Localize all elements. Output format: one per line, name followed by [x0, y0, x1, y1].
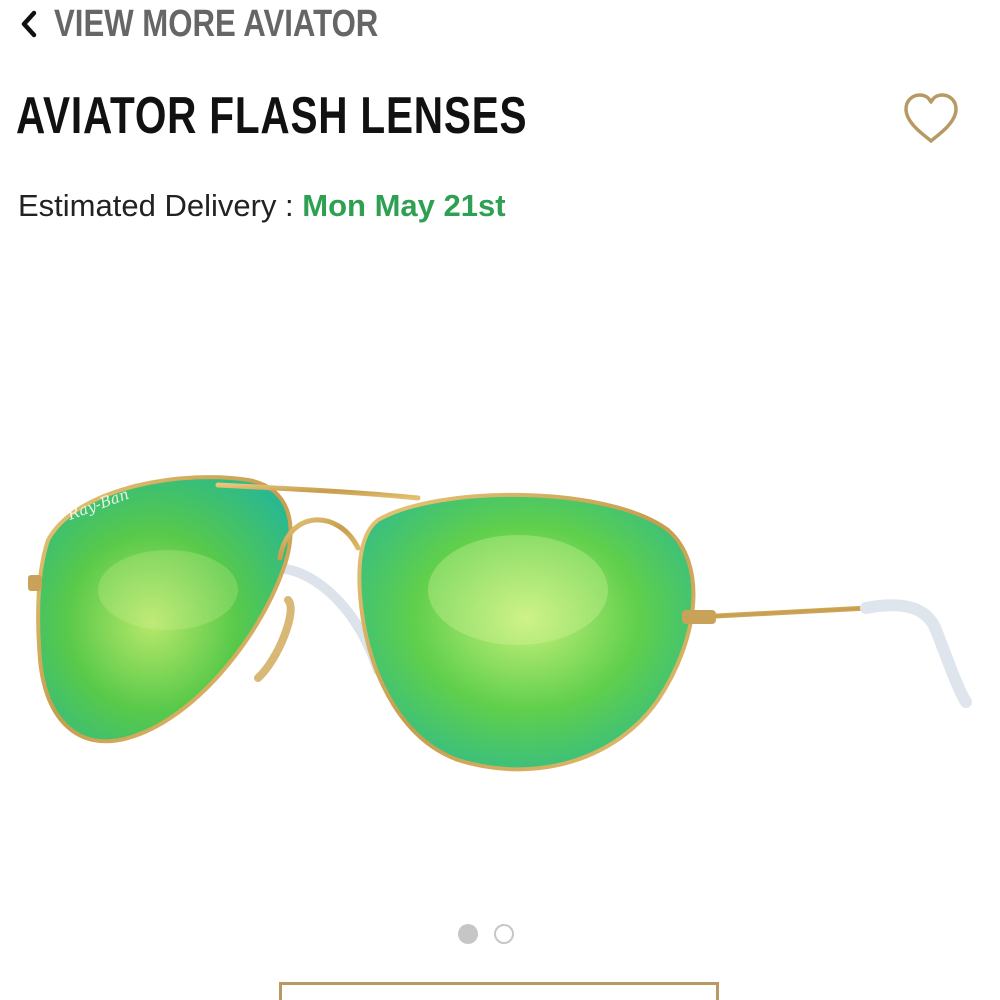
carousel-indicator: [458, 924, 514, 944]
carousel-dot-1[interactable]: [458, 924, 478, 944]
right-hinge: [682, 610, 716, 624]
product-image: Ray-Ban: [18, 440, 978, 800]
left-hinge: [28, 575, 42, 591]
favorite-button[interactable]: [902, 92, 960, 146]
carousel-dot-2[interactable]: [494, 924, 514, 944]
delivery-label: Estimated Delivery :: [18, 188, 303, 223]
back-to-aviator-link[interactable]: VIEW MORE AVIATOR: [18, 0, 450, 48]
product-title: AVIATOR FLASH LENSES: [16, 87, 528, 145]
back-link-label: VIEW MORE AVIATOR: [54, 2, 379, 45]
chevron-left-icon: [18, 6, 40, 42]
heart-outline-icon: [904, 93, 958, 143]
right-temple: [713, 605, 871, 619]
estimated-delivery: Estimated Delivery : Mon May 21st: [18, 188, 506, 224]
product-option-box[interactable]: [279, 982, 719, 1000]
temple-tip: [860, 599, 972, 708]
delivery-date: Mon May 21st: [302, 188, 506, 223]
